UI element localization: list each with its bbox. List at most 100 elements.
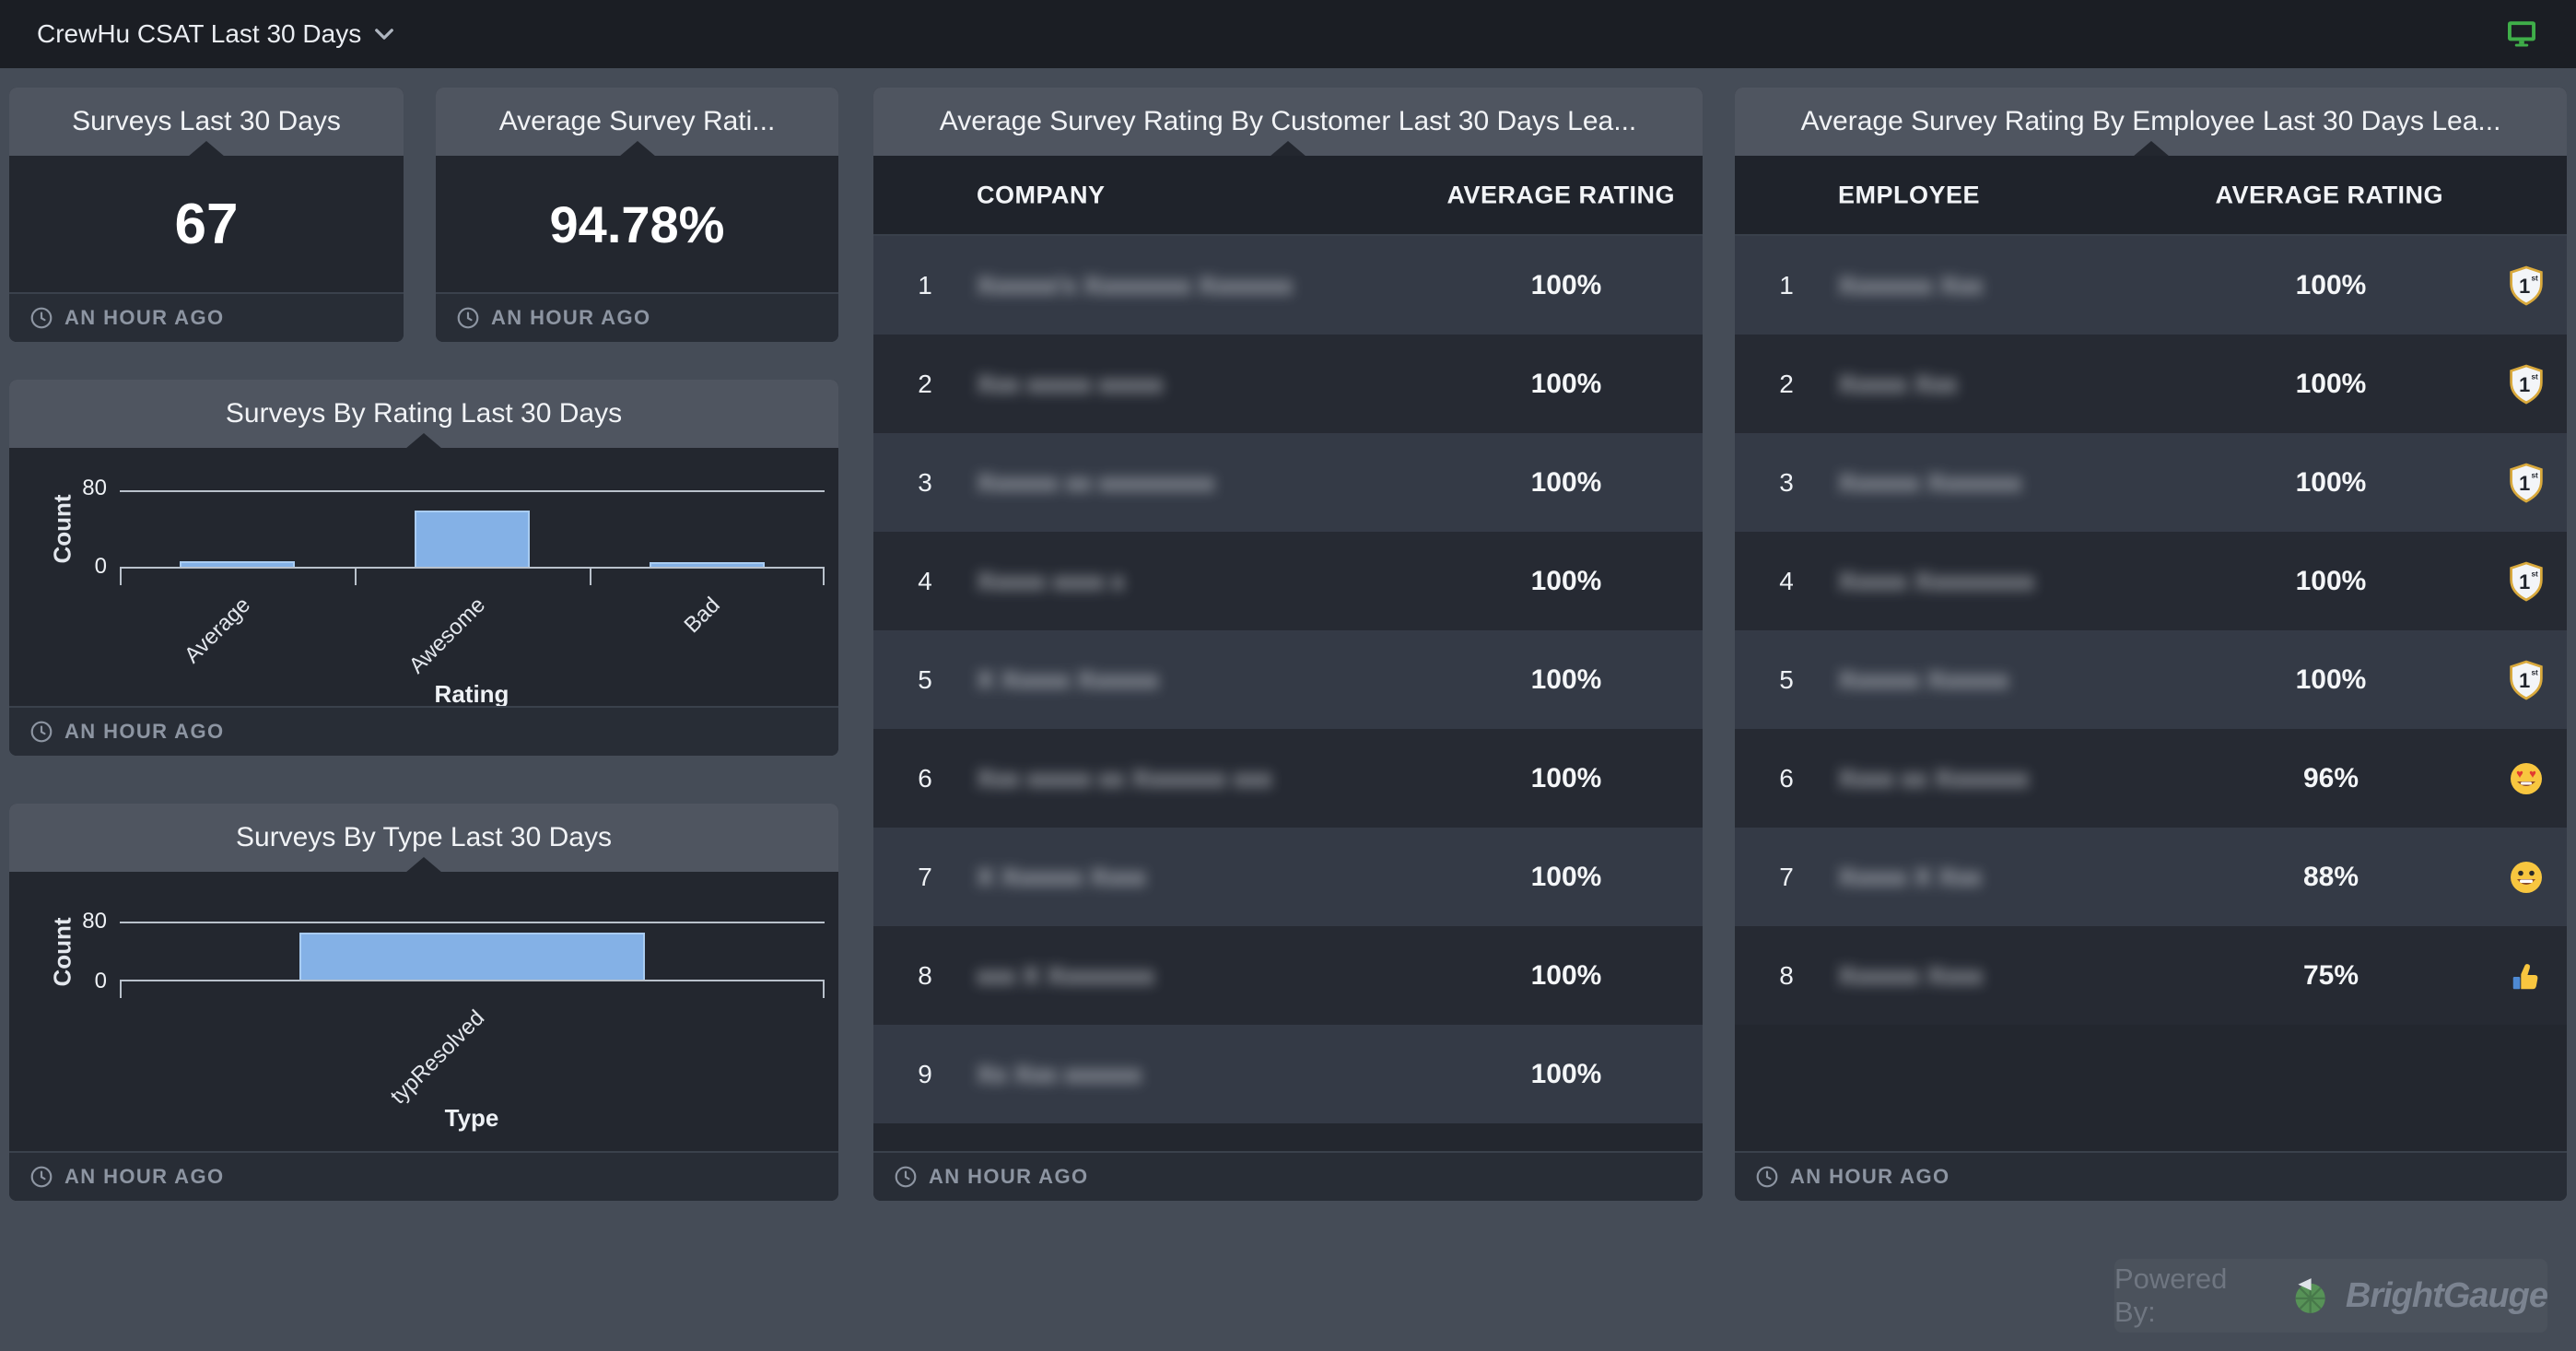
bar-plot: typResolved	[120, 922, 825, 981]
header-notch	[405, 857, 442, 873]
svg-text:st: st	[2531, 668, 2538, 676]
chart-area: 80 0 Count typResolved Type	[9, 872, 838, 1151]
rating-value: 100%	[1474, 270, 1658, 301]
powered-by-brightgauge-link[interactable]: Powered By: BrightGauge	[2114, 1259, 2547, 1333]
header-notch	[1270, 141, 1306, 157]
redacted-name: Xxxx xx Xxxxxxx	[1838, 764, 2029, 793]
bar-typresolved	[299, 933, 645, 980]
gauge-card-average-rating: Average Survey Rati... 94.78% AN HOUR AG…	[436, 88, 838, 342]
customer-row: 3Xxxxxx xx xxxxxxxxx100%	[873, 433, 1703, 532]
x-axis-tick	[120, 980, 122, 998]
gauge-footer: AN HOUR AGO	[9, 1151, 838, 1201]
customer-row: 8 xxx X Xxxxxxxx 100%	[873, 926, 1703, 1025]
gauge-body: 67	[9, 156, 404, 292]
first-place-badge-icon: 1st	[2504, 463, 2548, 503]
rating-value: 100%	[2239, 467, 2423, 499]
last-updated: AN HOUR AGO	[64, 720, 224, 744]
first-place-badge-icon: 1st	[2504, 660, 2548, 700]
rating-value: 100%	[2239, 270, 2423, 301]
rank: 6	[903, 764, 947, 793]
rating-value: 100%	[1474, 960, 1658, 992]
rating-value: 88%	[2239, 862, 2423, 893]
rating-value: 75%	[2239, 960, 2423, 992]
redacted-name: X Xxxxxx Xxxx	[977, 863, 1146, 892]
gauge-footer: AN HOUR AGO	[9, 292, 404, 342]
redacted-name: xxx X Xxxxxxxx	[977, 961, 1154, 991]
rating-value: 100%	[2239, 566, 2423, 597]
employee-row: 1Xxxxxxx Xxx100%1st	[1735, 236, 2567, 335]
redacted-name: Xxxxxx Xxxxxx	[1838, 665, 2008, 695]
y-axis-title: Count	[49, 917, 77, 986]
bar-awesome	[415, 511, 530, 567]
redacted-name: Xxx xxxxx xx Xxxxxxx xxx	[977, 764, 1271, 793]
gauge-header: Surveys Last 30 Days	[9, 88, 404, 156]
redacted-name: Xxx xxxxx xxxxx	[977, 370, 1163, 399]
gauge-title: Average Survey Rating By Employee Last 3…	[1801, 106, 2501, 137]
rating-value: 100%	[2239, 664, 2423, 696]
heart-eyes-emoji-icon: ♥♥	[2504, 760, 2548, 797]
rating-value: 96%	[2239, 763, 2423, 794]
gauge-title: Surveys By Type Last 30 Days	[236, 822, 612, 853]
svg-text:st: st	[2531, 274, 2538, 282]
clock-icon	[456, 306, 480, 330]
dashboard-selector[interactable]: CrewHu CSAT Last 30 Days	[37, 19, 394, 49]
chevron-down-icon	[374, 28, 394, 41]
redacted-name: X Xxxxx Xxxxxx	[977, 665, 1159, 695]
table-rows: 1Xxxxxxx Xxx100%1st2Xxxxx Xxx100%1st3Xxx…	[1735, 236, 2567, 1151]
redacted-name: Xxxxxx Xxxx	[1838, 961, 1983, 991]
gauge-footer: AN HOUR AGO	[1735, 1151, 2567, 1201]
redacted-name: Xxxxxx Xxxxxxx	[1838, 468, 2021, 498]
redacted-name: Xxxxxx'x Xxxxxxxx Xxxxxxx	[977, 271, 1293, 300]
clock-icon	[29, 1165, 53, 1189]
rank: 8	[903, 961, 947, 991]
tv-mode-button[interactable]	[2506, 19, 2537, 52]
x-axis-title: Type	[445, 1104, 499, 1133]
kpi-value: 94.78%	[550, 194, 725, 254]
redacted-name: Xxxxx X Xxx	[1838, 863, 1982, 892]
gauge-card-surveys-count: Surveys Last 30 Days 67 AN HOUR AGO	[9, 88, 404, 342]
dashboard-title: CrewHu CSAT Last 30 Days	[37, 19, 361, 49]
column-header-company: COMPANY	[977, 181, 1106, 209]
x-axis-tick	[823, 567, 825, 585]
last-updated: AN HOUR AGO	[1790, 1165, 1950, 1189]
customer-row: 4Xxxxx xxxx x100%	[873, 532, 1703, 630]
monitor-icon	[2506, 19, 2537, 47]
rank: 7	[903, 863, 947, 892]
svg-text:1: 1	[2519, 275, 2530, 298]
customer-row: 6Xxx xxxxx xx Xxxxxxx xxx100%	[873, 729, 1703, 828]
bar-plot: AverageAwesomeBad	[120, 490, 825, 569]
last-updated: AN HOUR AGO	[64, 1165, 224, 1189]
x-category-label: typResolved	[386, 1005, 490, 1110]
clock-icon	[1755, 1165, 1779, 1189]
column-header-average-rating: AVERAGE RATING	[2215, 181, 2443, 209]
rank: 4	[903, 567, 947, 596]
header-notch	[619, 141, 656, 157]
gauge-card-employee-leaderboard: Average Survey Rating By Employee Last 3…	[1735, 88, 2567, 1201]
redacted-name: Xxxxxxx Xxx	[1838, 271, 1983, 300]
svg-text:st: st	[2531, 372, 2538, 381]
column-header-employee: EMPLOYEE	[1838, 181, 1980, 209]
gauge-header: Average Survey Rating By Employee Last 3…	[1735, 88, 2567, 156]
rank: 5	[903, 665, 947, 695]
rank: 2	[1764, 370, 1809, 399]
redacted-name: Xx Xxx xxxxxx	[977, 1060, 1142, 1089]
rating-value: 100%	[1474, 566, 1658, 597]
rank: 5	[1764, 665, 1809, 695]
x-category-label: Bad	[679, 593, 725, 639]
x-axis-tick	[120, 567, 122, 585]
gauge-footer: AN HOUR AGO	[436, 292, 838, 342]
header-notch	[188, 141, 225, 157]
grin-emoji-icon	[2504, 859, 2548, 896]
customer-row: 1Xxxxxx'x Xxxxxxxx Xxxxxxx100%	[873, 236, 1703, 335]
gauge-header: Surveys By Rating Last 30 Days	[9, 380, 838, 448]
svg-text:1: 1	[2519, 570, 2530, 593]
rank: 7	[1764, 863, 1809, 892]
table-header-row: COMPANY AVERAGE RATING	[873, 156, 1703, 236]
gauge-header: Average Survey Rati...	[436, 88, 838, 156]
rating-value: 100%	[2239, 369, 2423, 400]
employee-row: 5 Xxxxxx Xxxxxx 100% 1st	[1735, 630, 2567, 729]
header-notch	[2133, 141, 2170, 157]
rating-value: 100%	[1474, 664, 1658, 696]
clock-icon	[29, 306, 53, 330]
gauge-title: Surveys By Rating Last 30 Days	[226, 398, 622, 429]
